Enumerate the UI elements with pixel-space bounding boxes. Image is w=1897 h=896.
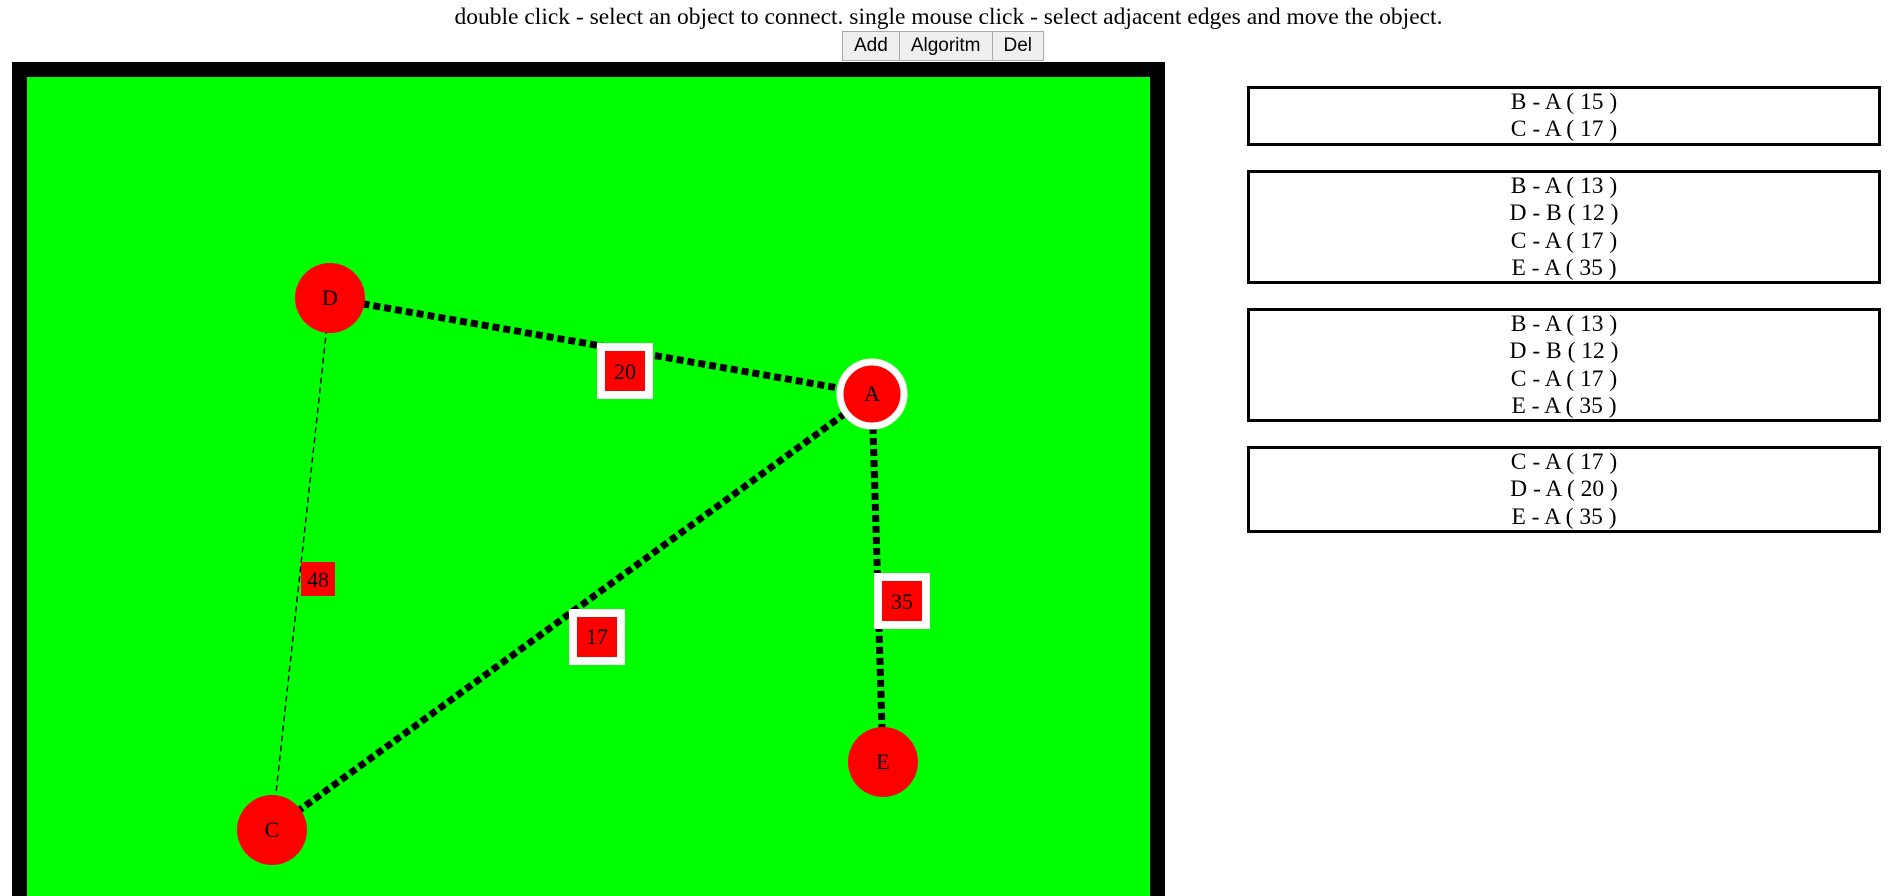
node-label-a: A	[864, 381, 880, 406]
result-line: E - A ( 35 )	[1511, 503, 1617, 530]
graph-canvas[interactable]: 20 17 35 48 D A C E	[12, 62, 1165, 896]
graph-canvas-frame: 20 17 35 48 D A C E	[12, 62, 1165, 896]
toolbar: Add Algoritm Del	[842, 31, 1045, 61]
canvas-background[interactable]	[27, 77, 1150, 896]
node-label-c: C	[265, 817, 280, 842]
instructions-text: double click - select an object to conne…	[454, 4, 1443, 30]
result-line: D - B ( 12 )	[1509, 338, 1619, 365]
result-box: C - A ( 17 ) D - A ( 20 ) E - A ( 35 )	[1247, 446, 1881, 533]
edge-weight-d-a[interactable]: 20	[597, 343, 653, 399]
result-box: B - A ( 13 ) D - B ( 12 ) C - A ( 17 ) E…	[1247, 170, 1881, 284]
result-line: B - A ( 13 )	[1510, 311, 1618, 337]
node-label-e: E	[876, 749, 889, 774]
edge-weight-label-d-a: 20	[614, 359, 636, 384]
edge-weight-label-a-c: 17	[586, 624, 608, 649]
result-line: C - A ( 17 )	[1510, 116, 1618, 143]
edge-weight-label-d-c: 48	[307, 567, 329, 592]
result-line: C - A ( 17 )	[1510, 227, 1618, 254]
result-line: C - A ( 17 )	[1510, 449, 1618, 475]
delete-button[interactable]: Del	[991, 31, 1045, 61]
edge-weight-a-c[interactable]: 17	[569, 609, 625, 665]
result-line: D - B ( 12 )	[1509, 200, 1619, 227]
result-line: E - A ( 35 )	[1511, 392, 1617, 419]
result-box: B - A ( 15 ) C - A ( 17 )	[1247, 86, 1881, 146]
result-line: E - A ( 35 )	[1511, 254, 1617, 281]
edge-weight-a-e[interactable]: 35	[874, 573, 930, 629]
node-a[interactable]: A	[836, 358, 908, 430]
result-line: B - A ( 15 )	[1510, 89, 1618, 115]
result-line: B - A ( 13 )	[1510, 173, 1618, 199]
algorithm-button[interactable]: Algoritm	[898, 31, 993, 61]
edge-weight-d-c[interactable]: 48	[301, 562, 335, 596]
node-d[interactable]: D	[295, 263, 365, 333]
result-line: D - A ( 20 )	[1510, 476, 1618, 503]
add-button[interactable]: Add	[842, 31, 900, 61]
result-box: B - A ( 13 ) D - B ( 12 ) C - A ( 17 ) E…	[1247, 308, 1881, 422]
node-c[interactable]: C	[237, 795, 307, 865]
result-line: C - A ( 17 )	[1510, 365, 1618, 392]
node-e[interactable]: E	[848, 727, 918, 797]
node-label-d: D	[322, 285, 338, 310]
edge-weight-label-a-e: 35	[891, 589, 913, 614]
